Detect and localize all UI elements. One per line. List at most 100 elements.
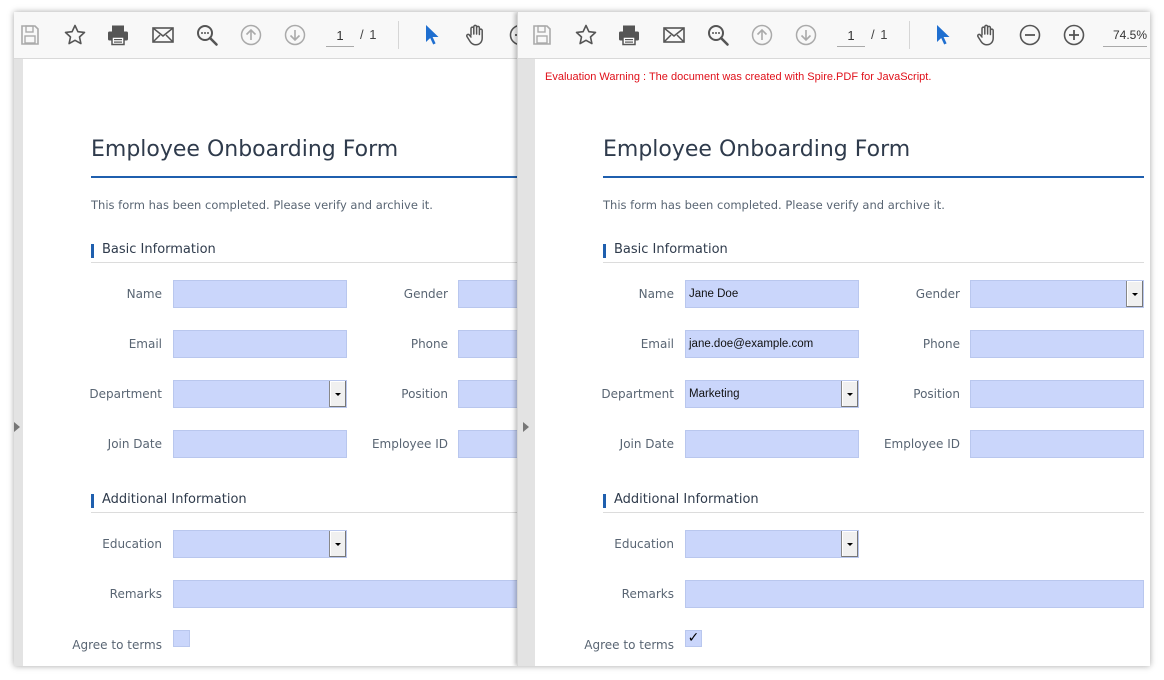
remarks-field[interactable] [173, 580, 517, 608]
page-number-input[interactable] [837, 24, 865, 47]
gender-dropdown[interactable] [458, 280, 517, 308]
arrow-down-icon[interactable] [283, 23, 307, 47]
chevron-down-icon[interactable] [841, 381, 858, 407]
email-field[interactable]: jane.doe@example.com [685, 330, 859, 358]
star-icon[interactable] [574, 23, 598, 47]
page-total: / 1 [871, 27, 889, 42]
chevron-down-icon[interactable] [1126, 281, 1143, 307]
section-title-additional: Additional Information [102, 492, 247, 507]
chevron-down-icon[interactable] [329, 381, 346, 407]
label-remarks: Remarks [621, 587, 674, 601]
mail-icon[interactable] [151, 23, 175, 47]
label-position: Position [913, 387, 960, 401]
label-agree: Agree to terms [72, 638, 162, 652]
search-icon[interactable] [195, 23, 219, 47]
arrow-up-icon[interactable] [750, 23, 774, 47]
zoom-level[interactable]: 74.5% [1103, 24, 1147, 47]
label-name: Name [126, 287, 162, 301]
department-value: Marketing [689, 388, 740, 400]
department-dropdown[interactable] [173, 380, 347, 408]
toolbar-separator [909, 21, 910, 49]
arrow-down-icon[interactable] [794, 23, 818, 47]
name-value: Jane Doe [689, 288, 739, 300]
section-divider [603, 512, 1144, 513]
section-divider [91, 512, 517, 513]
label-phone: Phone [410, 337, 448, 351]
name-field[interactable] [173, 280, 347, 308]
join-date-field[interactable] [173, 430, 347, 458]
section-marker [603, 244, 606, 258]
label-education: Education [102, 537, 162, 551]
label-name: Name [638, 287, 674, 301]
mail-icon[interactable] [662, 23, 686, 47]
label-position: Position [401, 387, 448, 401]
section-title-additional: Additional Information [614, 492, 759, 507]
label-email: Email [128, 337, 162, 351]
toolbar-separator [398, 21, 399, 49]
star-icon[interactable] [63, 23, 87, 47]
evaluation-warning: Evaluation Warning : The document was cr… [545, 71, 932, 83]
zoom-in-icon[interactable] [1062, 23, 1086, 47]
position-field[interactable] [458, 380, 517, 408]
label-department: Department [601, 387, 674, 401]
right-sidebar-strip[interactable] [518, 59, 535, 666]
section-marker [603, 494, 606, 508]
phone-field[interactable] [970, 330, 1144, 358]
section-title-basic: Basic Information [614, 242, 728, 257]
education-dropdown[interactable] [173, 530, 347, 558]
label-gender: Gender [915, 287, 960, 301]
hand-icon[interactable] [974, 23, 998, 47]
right-toolbar: / 1 74.5% [518, 12, 1150, 59]
sidebar-toggle-icon[interactable] [14, 422, 20, 432]
page-number-input[interactable] [326, 24, 354, 47]
email-field[interactable] [173, 330, 347, 358]
save-icon[interactable] [530, 23, 554, 47]
hand-icon[interactable] [463, 23, 487, 47]
name-field[interactable]: Jane Doe [685, 280, 859, 308]
section-marker [91, 494, 94, 508]
left-pdf-viewer: / 1 Employee Onboarding Form This form h… [14, 12, 517, 666]
zoom-out-icon[interactable] [1018, 23, 1042, 47]
education-dropdown[interactable] [685, 530, 859, 558]
form-note: This form has been completed. Please ver… [603, 198, 945, 212]
label-department: Department [89, 387, 162, 401]
section-divider [603, 262, 1144, 263]
remarks-field[interactable] [685, 580, 1144, 608]
employee-id-field[interactable] [970, 430, 1144, 458]
search-icon[interactable] [706, 23, 730, 47]
chevron-down-icon[interactable] [329, 531, 346, 557]
left-pdf-page: Employee Onboarding Form This form has b… [23, 59, 517, 666]
arrow-up-icon[interactable] [239, 23, 263, 47]
left-sidebar-strip[interactable] [14, 59, 23, 666]
label-phone: Phone [922, 337, 960, 351]
form-note: This form has been completed. Please ver… [91, 198, 433, 212]
label-email: Email [640, 337, 674, 351]
employee-id-field[interactable] [458, 430, 517, 458]
join-date-field[interactable] [685, 430, 859, 458]
phone-field[interactable] [458, 330, 517, 358]
title-divider [603, 176, 1144, 178]
label-gender: Gender [403, 287, 448, 301]
right-pdf-viewer: / 1 74.5% Evaluation Warning : The docum… [517, 12, 1150, 666]
agree-checkbox[interactable] [173, 630, 190, 647]
label-join-date: Join Date [107, 437, 162, 451]
print-icon[interactable] [106, 23, 130, 47]
label-join-date: Join Date [619, 437, 674, 451]
zoom-out-icon[interactable] [508, 23, 517, 47]
form-title: Employee Onboarding Form [603, 137, 911, 162]
right-pdf-page: Evaluation Warning : The document was cr… [535, 59, 1150, 666]
department-dropdown[interactable]: Marketing [685, 380, 859, 408]
left-toolbar: / 1 [14, 12, 517, 59]
app-frame: / 1 Employee Onboarding Form This form h… [14, 12, 1150, 666]
save-icon[interactable] [18, 23, 42, 47]
sidebar-toggle-icon[interactable] [523, 422, 529, 432]
position-field[interactable] [970, 380, 1144, 408]
title-divider [91, 176, 517, 178]
cursor-icon[interactable] [930, 23, 954, 47]
agree-checkbox[interactable]: ✓ [685, 630, 702, 647]
cursor-icon[interactable] [419, 23, 443, 47]
print-icon[interactable] [617, 23, 641, 47]
gender-dropdown[interactable] [970, 280, 1144, 308]
chevron-down-icon[interactable] [841, 531, 858, 557]
label-agree: Agree to terms [584, 638, 674, 652]
